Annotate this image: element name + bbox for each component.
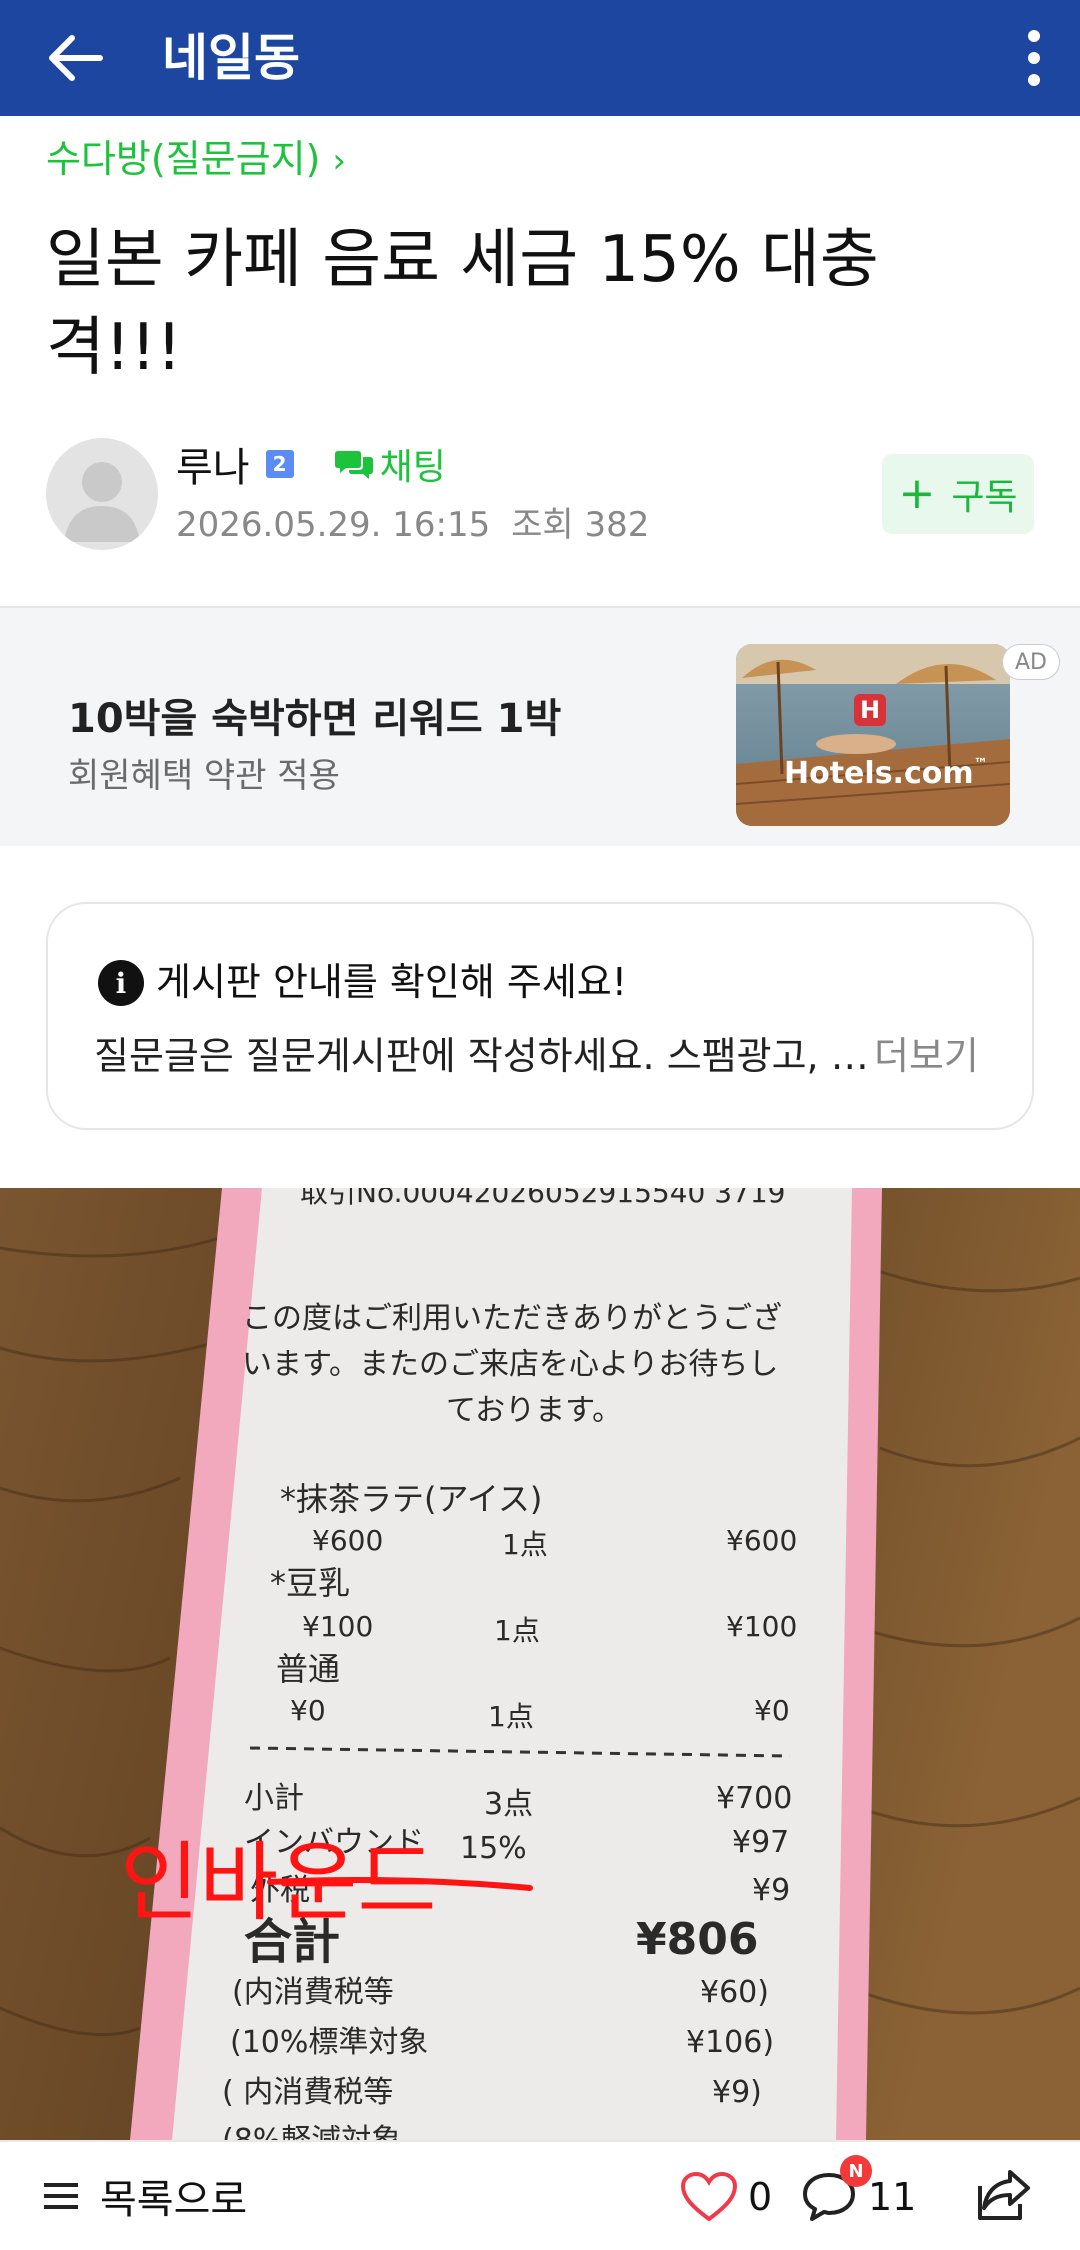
subscribe-button[interactable]: + 구독 (882, 454, 1034, 534)
receipt-thanks-1: この度はご利用いただきありがとうござ (242, 1301, 782, 1336)
receipt-item-name: *豆乳 (270, 1564, 350, 1602)
like-button[interactable]: 0 (680, 2162, 772, 2232)
post-meta: 2026.05.29. 16:15 조회 382 (176, 500, 649, 550)
vertical-dots-icon (1028, 30, 1040, 86)
author-name[interactable]: 루나 (176, 435, 250, 493)
share-button[interactable] (970, 2164, 1034, 2228)
app-title: 네일동 (162, 29, 300, 87)
receipt-tax-label: ( 内消費税等 (222, 2075, 393, 2110)
notice-body: 질문글은 질문게시판에 작성하세요. 스팸광고, 도배글, 음란물 게시는 제재… (94, 1034, 894, 1078)
info-icon: i (98, 960, 144, 1006)
receipt-tax-label: (10%標準対象 (230, 2025, 428, 2060)
notice-more-link[interactable]: 더보기 (874, 1028, 979, 1084)
share-icon (978, 2170, 1030, 2220)
bottom-toolbar: 목록으로 0 N 11 (0, 2140, 1080, 2250)
receipt-total: ¥806 (636, 1914, 758, 1965)
receipt-inbound-rate: 15% (460, 1831, 527, 1866)
notice-title: 게시판 안내를 확인해 주세요! (156, 960, 627, 1004)
back-button[interactable] (36, 18, 116, 98)
receipt-item-amount: ¥0 (754, 1694, 790, 1727)
post-title: 일본 카페 음료 세금 15% 대충격!!! (46, 223, 879, 385)
ad-image: H Hotels.com™ (736, 644, 1010, 826)
plus-icon: + (898, 468, 936, 519)
heart-icon (680, 2171, 738, 2222)
receipt-inbound-amount: ¥97 (732, 1825, 789, 1860)
avatar[interactable] (46, 438, 158, 550)
chat-bubbles-icon (334, 451, 373, 479)
receipt-item-qty: 1点 (488, 1700, 534, 1733)
like-count: 0 (748, 2175, 773, 2219)
receipt-item-amount: ¥100 (726, 1610, 797, 1643)
receipt-item-name: *抹茶ラテ(アイス) (280, 1480, 542, 1518)
receipt-other-amount: ¥9 (752, 1873, 790, 1908)
default-avatar-icon (64, 462, 140, 542)
ad-brand: Hotels.com™ (784, 756, 988, 791)
member-level-badge: 2 (265, 450, 294, 478)
comment-button[interactable]: N 11 (800, 2155, 917, 2232)
receipt-number: 取引No.00042026052915540 3719 (300, 1188, 786, 1209)
hamburger-icon (44, 2183, 78, 2209)
new-badge: N (840, 2155, 872, 2187)
back-to-list-button[interactable]: 목록으로 (42, 2164, 247, 2228)
subscribe-label: 구독 (951, 477, 1018, 518)
chat-button[interactable]: 채팅 (334, 438, 446, 490)
ad-tag[interactable]: AD (1002, 644, 1060, 680)
receipt-thanks-3: ております。 (446, 1393, 622, 1428)
hotels-logo-letter: H (859, 696, 881, 724)
top-app-bar: 네일동 (0, 0, 1080, 116)
views-count: 382 (584, 505, 650, 545)
receipt-thanks-2: います。またのご来店を心よりお待ちし (242, 1347, 778, 1382)
receipt-item-amount: ¥600 (726, 1524, 797, 1557)
ad-subtext: 회원혜택 약관 적용 (68, 756, 340, 796)
author-row: 루나 2 채팅 (176, 436, 446, 492)
chevron-right-icon: › (332, 141, 346, 181)
receipt-item-unit: ¥600 (312, 1524, 383, 1557)
receipt-tax-label: (内消費税等 (232, 1975, 394, 2010)
receipt-subtotal-label: 小計 (244, 1781, 304, 1816)
chat-label: 채팅 (379, 447, 446, 488)
receipt-tax-label: (8%軽減対象 (222, 2123, 401, 2140)
receipt-item-qty: 1点 (494, 1614, 540, 1647)
board-notice[interactable]: i 게시판 안내를 확인해 주세요! 질문글은 질문게시판에 작성하세요. 스팸… (46, 902, 1034, 1130)
more-options-button[interactable] (996, 14, 1060, 102)
receipt-item-unit: ¥100 (302, 1610, 373, 1643)
arrow-left-icon (49, 35, 103, 81)
receipt-subtotal-qty: 3点 (484, 1787, 533, 1822)
breadcrumb[interactable]: 수다방(질문금지) › (46, 132, 346, 188)
list-label: 목록으로 (100, 2177, 248, 2223)
post-date: 2026.05.29. 16:15 (176, 505, 491, 545)
receipt-subtotal: ¥700 (716, 1781, 792, 1816)
receipt-item-name: 普通 (276, 1650, 340, 1688)
receipt-item-unit: ¥0 (290, 1694, 326, 1727)
receipt-tax-amount: ¥106) (686, 2025, 774, 2060)
ad-banner[interactable]: 10박을 숙박하면 리워드 1박 회원혜택 약관 적용 H Hotels.com… (0, 606, 1080, 846)
post-photo[interactable]: 取引No.00042026052915540 3719 この度はご利用いただきあ… (0, 1188, 1080, 2140)
views-label: 조회 (511, 505, 574, 545)
receipt-item-qty: 1点 (502, 1528, 548, 1561)
receipt-tax-amount: ¥60) (700, 1975, 769, 2010)
receipt-tax-amount: ¥9) (712, 2075, 762, 2110)
ad-headline: 10박을 숙박하면 리워드 1박 (68, 696, 562, 742)
comment-count: 11 (868, 2175, 917, 2219)
board-name: 수다방(질문금지) (46, 137, 321, 181)
